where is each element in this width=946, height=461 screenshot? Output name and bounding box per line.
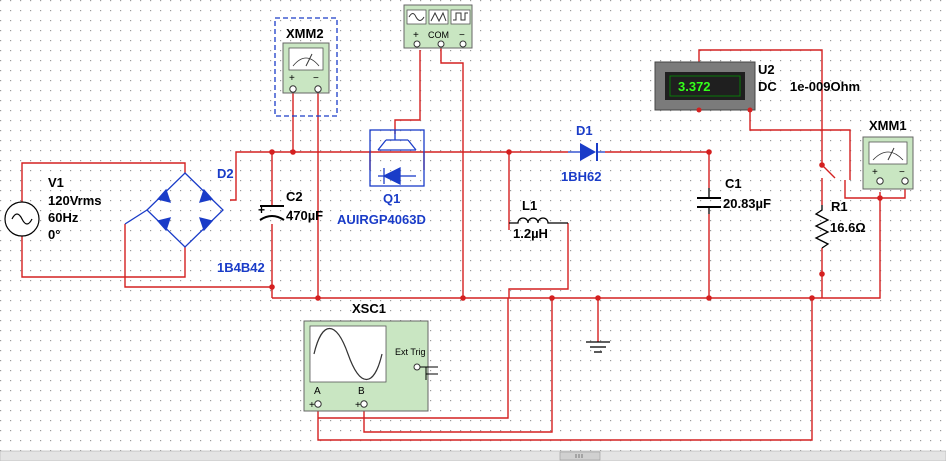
xmm1-minus: − bbox=[899, 167, 905, 178]
u2-mode: DC bbox=[758, 79, 777, 94]
xmm1-plus: + bbox=[872, 167, 878, 178]
schematic-canvas[interactable]: V1 120Vrms 60Hz 0° D2 1B4B42 + C2 470µF … bbox=[0, 0, 946, 461]
c2-ref: C2 bbox=[286, 189, 303, 204]
xfg-minus: − bbox=[459, 30, 465, 41]
xfg-plus: + bbox=[413, 30, 419, 41]
xmm2-minus: − bbox=[313, 73, 319, 84]
u2-reading: 3.372 bbox=[678, 79, 711, 94]
d2-ref: D2 bbox=[217, 166, 234, 181]
xsc1-ref: XSC1 bbox=[352, 301, 386, 316]
grid-background bbox=[0, 0, 946, 461]
xsc1-ext-trig: Ext Trig bbox=[395, 347, 426, 357]
v1-phase: 0° bbox=[48, 227, 60, 242]
r1-value: 16.6Ω bbox=[830, 220, 866, 235]
scrollbar-thumb[interactable] bbox=[559, 451, 601, 461]
d1-ref: D1 bbox=[576, 123, 593, 138]
l1-value: 1.2µH bbox=[513, 226, 548, 241]
xsc1-channel-a: A bbox=[314, 386, 321, 397]
svg-text:+: + bbox=[309, 400, 315, 411]
d2-model: 1B4B42 bbox=[217, 260, 265, 275]
c1-value: 20.83µF bbox=[723, 196, 771, 211]
u2-ref: U2 bbox=[758, 62, 775, 77]
v1-ref: V1 bbox=[48, 175, 64, 190]
q1-ref: Q1 bbox=[383, 191, 400, 206]
u2-resistance: 1e-009Ohm bbox=[790, 79, 860, 94]
q1-model: AUIRGP4063D bbox=[337, 212, 426, 227]
svg-text:+: + bbox=[355, 400, 361, 411]
xmm2-plus: + bbox=[289, 73, 295, 84]
xmm2-ref: XMM2 bbox=[286, 26, 324, 41]
l1-ref: L1 bbox=[522, 198, 537, 213]
v1-voltage: 120Vrms bbox=[48, 193, 102, 208]
c1-ref: C1 bbox=[725, 176, 742, 191]
xsc1-channel-b: B bbox=[358, 386, 365, 397]
xmm1-multimeter[interactable]: XMM1 + − bbox=[862, 118, 914, 190]
xfg-com: COM bbox=[428, 30, 449, 40]
function-generator[interactable]: + COM − bbox=[403, 4, 473, 49]
d1-model: 1BH62 bbox=[561, 169, 601, 184]
svg-text:+: + bbox=[258, 203, 265, 217]
xmm1-ref: XMM1 bbox=[869, 118, 907, 133]
c2-value: 470µF bbox=[286, 208, 323, 223]
r1-ref: R1 bbox=[831, 199, 848, 214]
horizontal-scrollbar[interactable] bbox=[0, 450, 946, 461]
v1-frequency: 60Hz bbox=[48, 210, 79, 225]
